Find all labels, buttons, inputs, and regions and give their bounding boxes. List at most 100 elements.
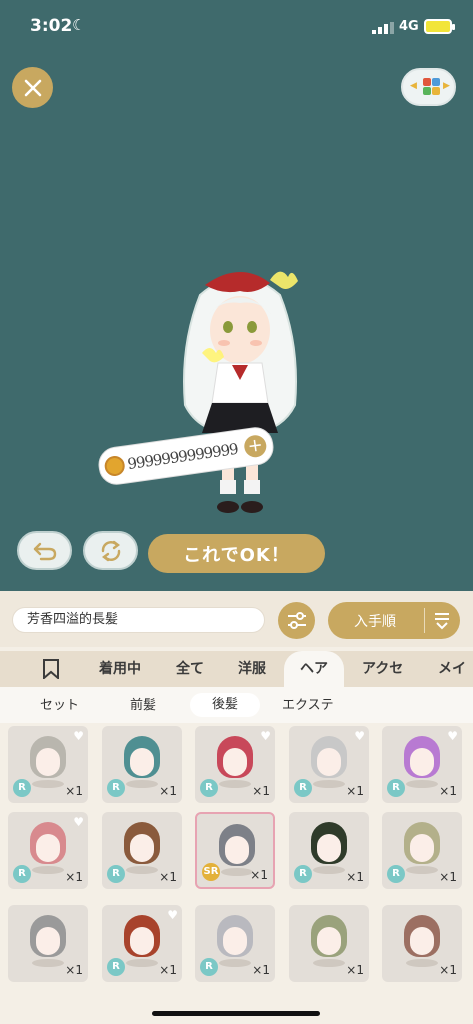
mannequin-face xyxy=(130,927,154,955)
undo-button[interactable] xyxy=(17,531,72,570)
hair-item[interactable]: ×1 xyxy=(382,905,462,982)
mannequin-face xyxy=(317,748,341,776)
mannequin-stand xyxy=(221,868,253,876)
sort-order-button[interactable]: 入手順 xyxy=(328,602,460,639)
mannequin-stand xyxy=(406,866,438,874)
mannequin-stand xyxy=(126,780,158,788)
signal-icon xyxy=(372,22,394,34)
mannequin-face xyxy=(130,748,154,776)
mannequin-stand xyxy=(219,959,251,967)
rarity-badge: R xyxy=(294,779,312,797)
item-grid: ♥ R ×1 R ×1 ♥ R ×1 ♥ R ×1 ♥ R ×1 ♥ R ×1 R ×1 SR ×1 R ×1 R ×1 ×1 ♥ R… xyxy=(8,726,468,1024)
item-quantity: ×1 xyxy=(439,870,457,884)
bear-icon: ♥ xyxy=(260,729,271,743)
hair-item[interactable]: ♥ R ×1 xyxy=(195,726,275,803)
subtab-back-hair[interactable]: 後髪 xyxy=(190,693,261,717)
hair-item[interactable]: ×1 xyxy=(8,905,88,982)
close-button[interactable] xyxy=(12,67,53,108)
mannequin-face xyxy=(130,834,154,862)
tab-hair[interactable]: ヘア xyxy=(284,651,344,687)
item-quantity: ×1 xyxy=(346,870,364,884)
mannequin-face xyxy=(36,834,60,862)
tab-makeup[interactable]: メイ xyxy=(438,651,466,687)
item-quantity: ×1 xyxy=(439,963,457,977)
mannequin-face xyxy=(223,748,247,776)
mannequin-face xyxy=(223,927,247,955)
tab-accessories[interactable]: アクセ xyxy=(362,651,403,687)
hair-item[interactable]: SR ×1 xyxy=(195,812,275,889)
tab-wearing[interactable]: 着用中 xyxy=(99,651,141,687)
subtab-extensions[interactable]: エクステ xyxy=(282,694,334,718)
item-quantity: ×1 xyxy=(252,963,270,977)
item-quantity: ×1 xyxy=(346,963,364,977)
rarity-badge: R xyxy=(200,779,218,797)
hair-item[interactable]: R ×1 xyxy=(102,726,182,803)
mannequin-face xyxy=(410,748,434,776)
hair-item[interactable]: R ×1 xyxy=(102,812,182,889)
rarity-badge: SR xyxy=(202,863,220,881)
avatar-character xyxy=(183,271,298,513)
rarity-badge: R xyxy=(107,779,125,797)
mannequin-face xyxy=(317,834,341,862)
refresh-button[interactable] xyxy=(83,531,138,570)
item-quantity: ×1 xyxy=(65,870,83,884)
item-quantity: ×1 xyxy=(65,784,83,798)
mannequin-stand xyxy=(32,780,64,788)
hair-item[interactable]: ♥ R ×1 xyxy=(8,726,88,803)
rarity-badge: R xyxy=(387,779,405,797)
moon-icon: ☾ xyxy=(72,16,86,34)
hair-item[interactable]: R ×1 xyxy=(195,905,275,982)
coin-amount: 9999999999999 xyxy=(126,439,239,474)
mannequin-stand xyxy=(126,959,158,967)
confirm-ok-button[interactable]: これでOK！ xyxy=(148,534,325,573)
item-quantity: ×1 xyxy=(159,963,177,977)
rarity-badge: R xyxy=(13,865,31,883)
battery-icon xyxy=(424,19,455,34)
mannequin-stand xyxy=(313,866,345,874)
filter-button[interactable] xyxy=(278,602,315,639)
hair-item[interactable]: ♥ R ×1 xyxy=(289,726,369,803)
subtab-set[interactable]: セット xyxy=(40,694,79,718)
mannequin-face xyxy=(410,927,434,955)
item-quantity: ×1 xyxy=(65,963,83,977)
rarity-badge: R xyxy=(13,779,31,797)
hair-item[interactable]: ♥ R ×1 xyxy=(102,905,182,982)
mannequin-stand xyxy=(32,866,64,874)
coin-icon xyxy=(103,454,126,478)
tab-clothes[interactable]: 洋服 xyxy=(238,651,266,687)
sort-label: 入手順 xyxy=(354,614,396,630)
home-indicator xyxy=(152,1011,320,1016)
tab-all[interactable]: 全て xyxy=(176,651,204,687)
item-quantity: ×1 xyxy=(159,870,177,884)
mannequin-stand xyxy=(406,780,438,788)
color-palette-button[interactable]: ◀ ▶ xyxy=(401,68,456,106)
hair-item[interactable]: R ×1 xyxy=(382,812,462,889)
sliders-icon xyxy=(287,611,306,629)
subtab-bangs[interactable]: 前髪 xyxy=(130,694,156,718)
hair-item[interactable]: R ×1 xyxy=(289,812,369,889)
bookmark-icon[interactable] xyxy=(42,659,60,679)
hair-subtabs: セット 前髪 後髪 エクステ xyxy=(0,687,473,723)
hair-item[interactable]: ♥ R ×1 xyxy=(382,726,462,803)
mannequin-stand xyxy=(126,866,158,874)
hair-item[interactable]: ♥ R ×1 xyxy=(8,812,88,889)
category-tabs: 着用中 全て 洋服 ヘア アクセ メイ xyxy=(0,651,473,687)
mannequin-stand xyxy=(32,959,64,967)
rarity-badge: R xyxy=(200,958,218,976)
item-quantity: ×1 xyxy=(346,784,364,798)
bear-icon: ♥ xyxy=(73,815,84,829)
bear-icon: ♥ xyxy=(447,729,458,743)
status-bar: 3:02 ☾ 4G xyxy=(0,0,473,52)
mannequin-face xyxy=(410,834,434,862)
status-time: 3:02 xyxy=(30,16,73,36)
add-coins-button[interactable]: + xyxy=(242,433,268,459)
rarity-badge: R xyxy=(107,958,125,976)
hair-item[interactable]: ×1 xyxy=(289,905,369,982)
close-icon xyxy=(24,79,41,96)
bear-icon: ♥ xyxy=(73,729,84,743)
mannequin-face xyxy=(36,927,60,955)
item-name-field[interactable]: 芳香四溢的長髪 xyxy=(12,607,265,633)
mannequin-face xyxy=(36,748,60,776)
refresh-icon xyxy=(101,540,120,561)
mannequin-face xyxy=(317,927,341,955)
